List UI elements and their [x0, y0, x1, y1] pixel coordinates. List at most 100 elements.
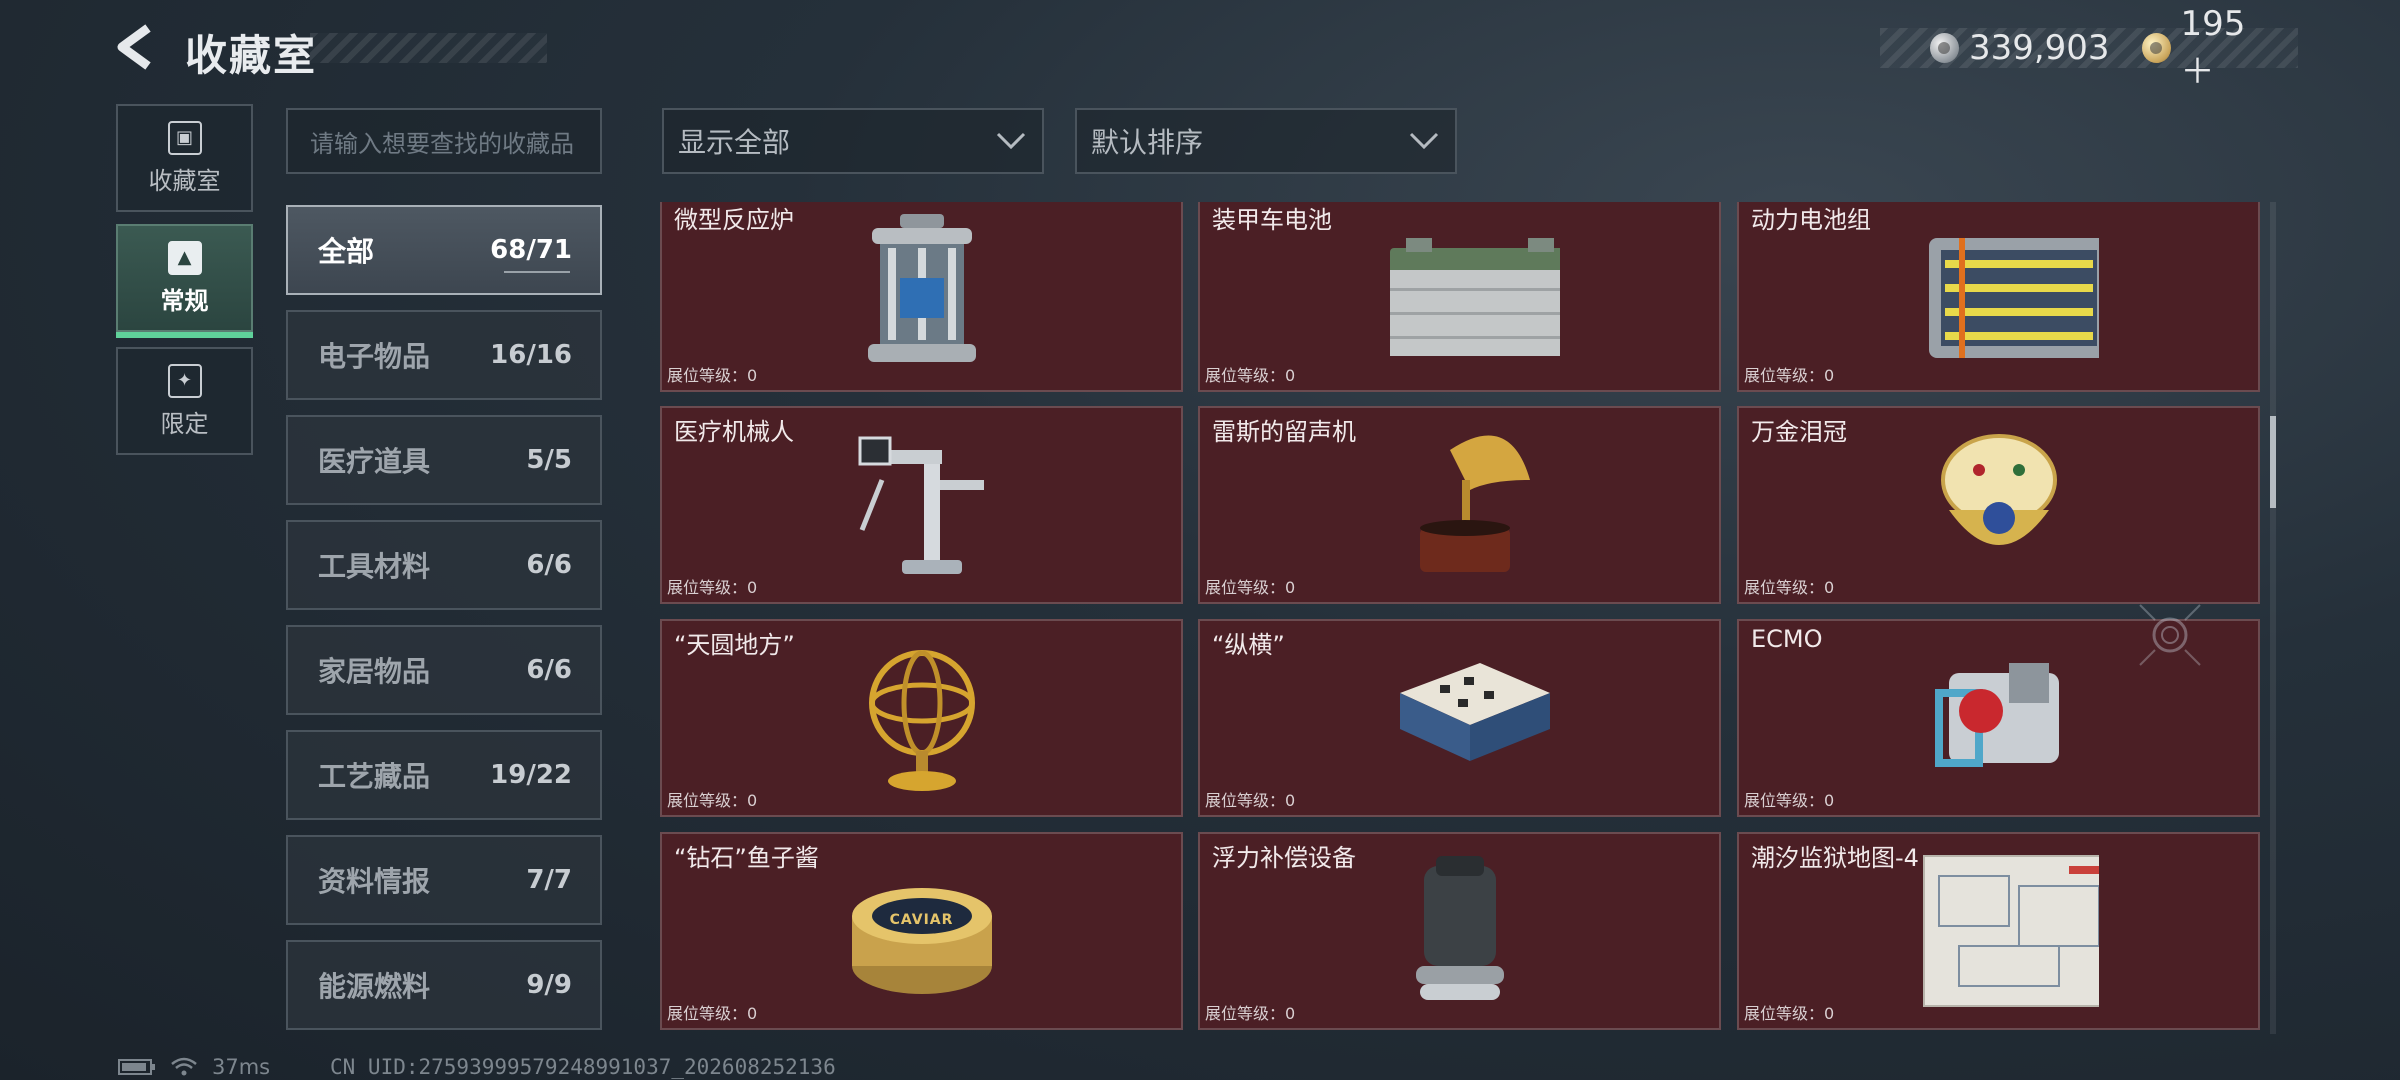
sort-dropdown[interactable]: 默认排序: [1075, 108, 1457, 174]
chevron-down-icon: [996, 132, 1026, 150]
booth-level: 展位等级：0: [1744, 366, 1835, 385]
booth-level: 展位等级：0: [1205, 578, 1296, 597]
crosshair-icon: [2139, 604, 2201, 666]
item-artwork-caviar: [851, 888, 992, 994]
rail-regular[interactable]: ▲ 常规: [116, 224, 253, 338]
count-underline: [504, 271, 570, 273]
regular-icon: ▲: [167, 240, 202, 275]
item-name: 浮力补偿设备: [1212, 844, 1356, 872]
wifi-icon: [171, 1057, 197, 1076]
booth-level: 展位等级：0: [1205, 791, 1296, 810]
battery-icon: [118, 1059, 155, 1075]
subcategory-name: 全部: [318, 235, 375, 268]
booth-level: 展位等级：0: [1744, 1004, 1835, 1023]
collection-item-card[interactable]: 微型反应炉 展位等级：0: [660, 202, 1183, 392]
item-name: 动力电池组: [1751, 206, 1871, 234]
subcategory-name: 电子物品: [318, 340, 431, 373]
back-arrow-icon[interactable]: [112, 24, 162, 70]
subcategory-count: 6/6: [526, 655, 572, 685]
sort-value: 默认排序: [1091, 126, 1204, 159]
scrollbar-track[interactable]: [2270, 202, 2276, 1034]
item-name: 万金泪冠: [1751, 418, 1847, 446]
item-name: 医疗机械人: [674, 418, 794, 446]
booth-level: 展位等级：0: [667, 366, 758, 385]
ping-value: 37ms: [212, 1055, 271, 1079]
collection-item-card[interactable]: “纵横” 展位等级：0: [1198, 619, 1721, 817]
item-name: 装甲车电池: [1212, 206, 1332, 234]
booth-level: 展位等级：0: [667, 578, 758, 597]
subcategory-name: 工艺藏品: [318, 760, 431, 793]
subcategory-0[interactable]: 全部 68/71: [286, 205, 602, 295]
collection-item-card[interactable]: “天圆地方” 展位等级：0: [660, 619, 1183, 817]
booth-level: 展位等级：0: [667, 1004, 758, 1023]
item-artwork-chess: [1399, 663, 1550, 761]
rail-label: 限定: [160, 409, 209, 438]
booth-level: 展位等级：0: [1205, 366, 1296, 385]
subcategory-name: 家居物品: [318, 655, 431, 688]
item-artwork-medrobot: [858, 436, 984, 574]
subcategory-count: 19/22: [490, 760, 572, 790]
collection-grid[interactable]: 微型反应炉 展位等级：0 装甲车电池 展位等级：0 动力电池组 展位等级：0 医疗机械人 展位…: [660, 202, 2260, 1032]
item-artwork-powerpack: [1928, 238, 2099, 358]
limited-icon: ✦: [167, 363, 202, 398]
subcategory-4[interactable]: 家居物品 6/6: [286, 625, 602, 715]
page-title: 收藏室: [185, 31, 318, 80]
uid-text: CN UID:27593999579248991037_202608252136: [330, 1055, 836, 1079]
subcategory-5[interactable]: 工艺藏品 19/22: [286, 730, 602, 820]
collection-item-card[interactable]: 雷斯的留声机展位等级：0: [1198, 406, 1721, 604]
rail-label: 常规: [160, 286, 209, 315]
chevron-down-icon: [1409, 132, 1439, 150]
search-input[interactable]: 请输入想要查找的收藏品: [286, 108, 602, 174]
status-bar: 37ms: [118, 1055, 270, 1079]
collection-item-card[interactable]: 潮汐监狱地图-4 展位等级：0: [1737, 832, 2260, 1030]
collection-item-card[interactable]: 动力电池组展位等级：0: [1737, 202, 2260, 392]
item-name: “纵横”: [1212, 631, 1285, 659]
subcategory-count: 16/16: [490, 340, 572, 370]
item-artwork-egg: [1940, 434, 2057, 545]
subcategory-3[interactable]: 工具材料 6/6: [286, 520, 602, 610]
subcategory-2[interactable]: 医疗道具 5/5: [286, 415, 602, 505]
item-name: “天圆地方”: [674, 631, 795, 659]
rail-limited[interactable]: ✦ 限定: [116, 347, 253, 455]
gold-coin-icon: [2141, 33, 2171, 63]
collection-item-card[interactable]: “钻石”鱼子酱展位等级：0 CAVIAR: [660, 832, 1183, 1030]
silver-currency-value: 339,903: [1968, 28, 2110, 68]
subcategory-1[interactable]: 电子物品 16/16: [286, 310, 602, 400]
subcategory-count: 68/71: [490, 235, 572, 265]
display-filter-dropdown[interactable]: 显示全部: [662, 108, 1044, 174]
rail-label: 收藏室: [148, 166, 221, 195]
gold-currency-value[interactable]: 195＋: [2181, 4, 2276, 93]
subcategory-7[interactable]: 能源燃料 9/9: [286, 940, 602, 1030]
item-artwork-gramophone: [1419, 435, 1530, 572]
collection-item-card[interactable]: 浮力补偿设备 展位等级：0: [1198, 832, 1721, 1030]
item-name: 潮汐监狱地图-4: [1751, 844, 1919, 872]
booth-level: 展位等级：0: [1744, 578, 1835, 597]
collection-item-card[interactable]: 医疗机械人展位等级：0: [660, 406, 1183, 604]
subcategory-6[interactable]: 资料情报 7/7: [286, 835, 602, 925]
currency-bar: 339,903 195＋: [1880, 4, 2298, 92]
subcategory-count: 9/9: [526, 970, 572, 1000]
booth-level: 展位等级：0: [667, 791, 758, 810]
title-decoration: [310, 33, 547, 63]
item-artwork-ecmo: [1934, 663, 2059, 767]
booth-level: 展位等级：0: [1744, 791, 1835, 810]
item-artwork-map: [1922, 855, 2099, 1007]
collection-item-card[interactable]: 装甲车电池展位等级：0: [1198, 202, 1721, 392]
item-name: “钻石”鱼子酱: [674, 844, 819, 872]
subcategory-count: 7/7: [526, 865, 572, 895]
caviar-tin-label: CAVIAR: [889, 912, 954, 928]
subcategory-name: 工具材料: [318, 550, 431, 583]
subcategory-name: 资料情报: [318, 865, 431, 898]
subcategory-count: 6/6: [526, 550, 572, 580]
subcategory-name: 医疗道具: [318, 445, 431, 478]
item-artwork-battery: [1389, 238, 1560, 356]
item-artwork-bcd: [1415, 856, 1504, 1000]
collection-room-icon: ▣: [167, 120, 202, 155]
scrollbar-thumb[interactable]: [2270, 416, 2276, 508]
item-artwork-reactor: [867, 214, 976, 362]
rail-collection-room[interactable]: ▣ 收藏室: [116, 104, 253, 212]
item-name: 雷斯的留声机: [1212, 418, 1356, 446]
collection-item-card[interactable]: 万金泪冠展位等级：0: [1737, 406, 2260, 604]
subcategory-count: 5/5: [526, 445, 572, 475]
item-name: ECMO: [1751, 625, 1823, 653]
